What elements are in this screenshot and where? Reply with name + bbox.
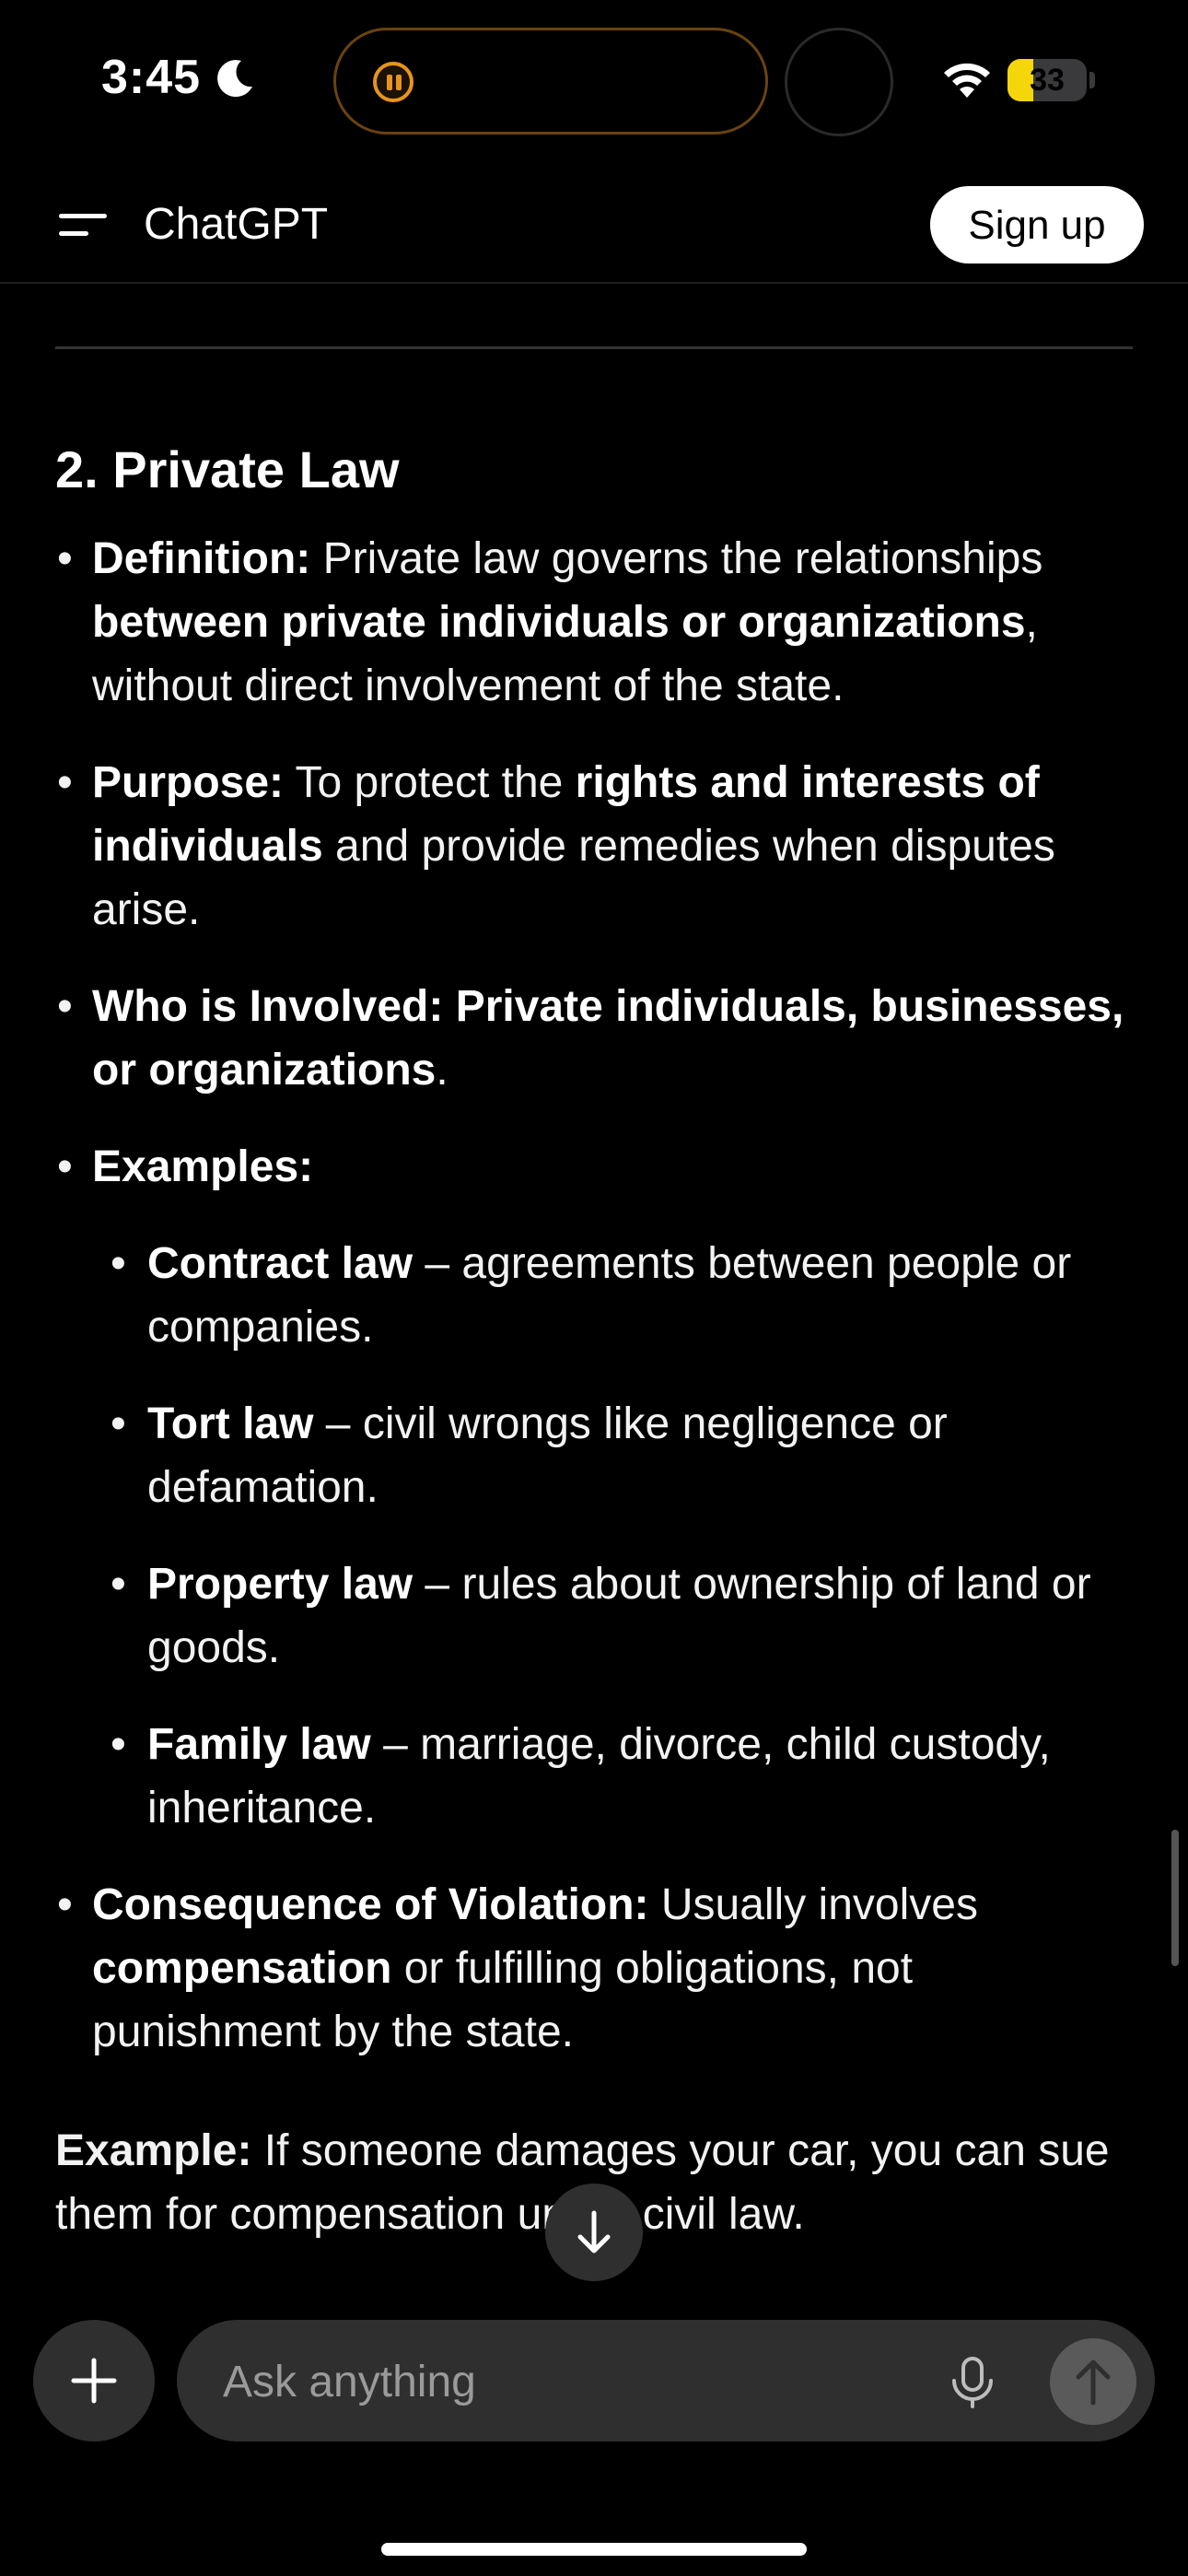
composer: [177, 2320, 1155, 2443]
section-heading: 2. Private Law: [55, 440, 400, 498]
bullet-dot: •: [57, 534, 73, 583]
home-indicator[interactable]: [381, 2543, 807, 2556]
sub-item-family-law: • Family law – marriage, divorce, child …: [55, 1713, 1142, 1840]
bullet-list: • Definition: Private law governs the re…: [55, 527, 1142, 2097]
scrollbar-thumb[interactable]: [1171, 1830, 1179, 1966]
bullet-dot: •: [111, 1239, 126, 1288]
sign-up-button[interactable]: Sign up: [930, 186, 1144, 263]
wifi-icon: [944, 63, 990, 98]
dynamic-island-camera: [785, 28, 893, 136]
app-header: ChatGPT Sign up: [0, 166, 1188, 284]
arrow-down-icon: [577, 2210, 611, 2254]
attach-button[interactable]: [33, 2320, 155, 2441]
bullet-dot: •: [111, 1399, 126, 1448]
sub-item-tort-law: • Tort law – civil wrongs like negligenc…: [55, 1392, 1142, 1519]
bullet-dot: •: [57, 1142, 73, 1191]
battery-percent: 33: [1030, 63, 1065, 98]
list-item-definition: • Definition: Private law governs the re…: [55, 527, 1142, 718]
arrow-up-icon: [1076, 2359, 1111, 2406]
message-input[interactable]: [221, 2320, 925, 2443]
battery-indicator: 33: [1007, 59, 1087, 101]
list-item-examples: • Examples:: [55, 1135, 1142, 1199]
bullet-dot: •: [111, 1720, 126, 1769]
app-title: ChatGPT: [144, 200, 329, 249]
status-bar: 3:45 33: [0, 0, 1188, 166]
chat-content[interactable]: 2. Private Law • Definition: Private law…: [0, 284, 1188, 2292]
send-button[interactable]: [1050, 2338, 1136, 2425]
plus-icon: [71, 2358, 117, 2404]
list-item-consequence: • Consequence of Violation: Usually invo…: [55, 1873, 1142, 2064]
moon-icon: [217, 60, 252, 98]
menu-icon[interactable]: [55, 206, 111, 243]
bullet-dot: •: [57, 758, 73, 807]
pause-icon[interactable]: [373, 62, 413, 102]
bullet-dot: •: [57, 982, 73, 1031]
scroll-to-bottom-button[interactable]: [545, 2184, 643, 2281]
dynamic-island-activity[interactable]: [333, 28, 768, 135]
battery-nub: [1089, 72, 1095, 88]
sub-item-property-law: • Property law – rules about ownership o…: [55, 1552, 1142, 1680]
section-divider: [55, 346, 1133, 349]
bullet-dot: •: [57, 1880, 73, 1929]
status-time: 3:45: [101, 51, 202, 104]
bullet-dot: •: [111, 1560, 126, 1609]
microphone-icon[interactable]: [947, 2355, 998, 2410]
list-item-purpose: • Purpose: To protect the rights and int…: [55, 751, 1142, 942]
sub-item-contract-law: • Contract law – agreements between peop…: [55, 1232, 1142, 1359]
list-item-who-is-involved: • Who is Involved: Private individuals, …: [55, 975, 1142, 1102]
